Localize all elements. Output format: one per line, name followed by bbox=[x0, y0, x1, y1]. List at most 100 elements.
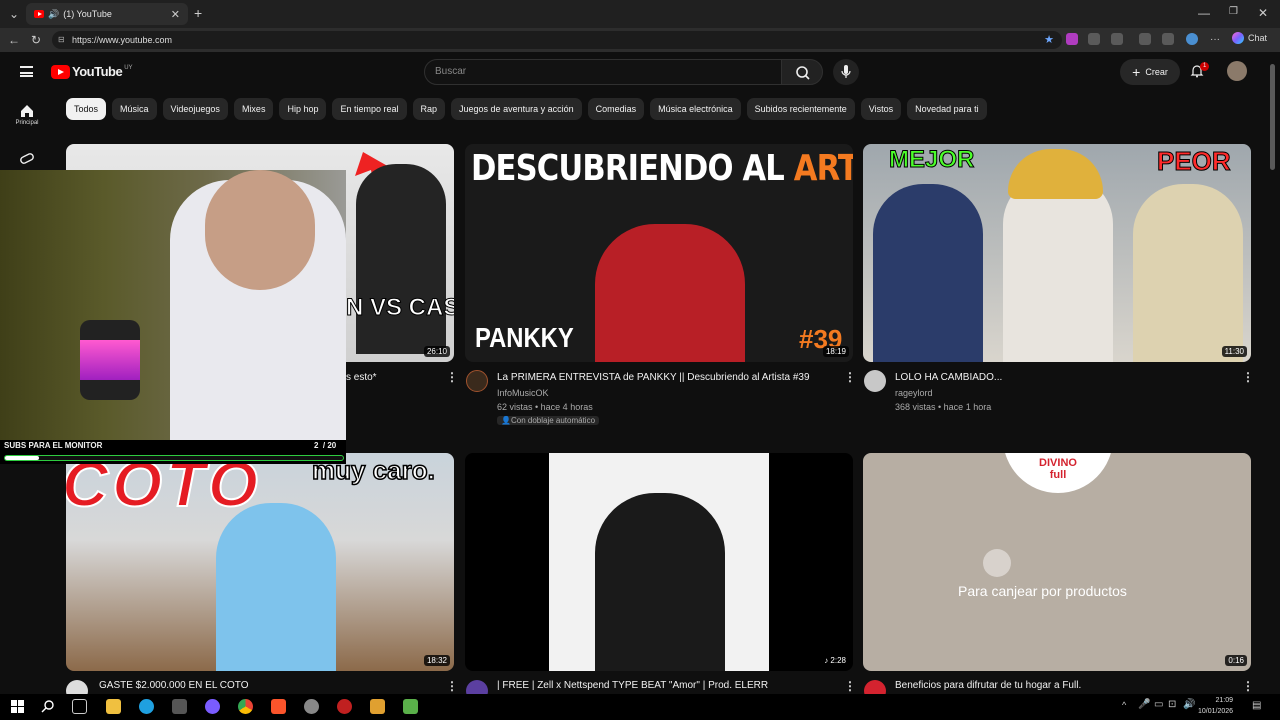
more-actions-icon[interactable]: ⋮ bbox=[844, 679, 856, 693]
search-input[interactable]: Buscar bbox=[424, 59, 782, 85]
copilot-chat-button[interactable]: Chat bbox=[1232, 32, 1267, 44]
app-icon[interactable] bbox=[172, 699, 187, 714]
guide-item-shorts[interactable] bbox=[0, 152, 54, 170]
network-icon[interactable]: ⊡ bbox=[1168, 699, 1176, 710]
more-actions-icon[interactable]: ⋮ bbox=[446, 679, 458, 693]
favorites-icon[interactable] bbox=[1162, 33, 1174, 45]
notifications-center-icon[interactable]: ▤ bbox=[1252, 700, 1261, 711]
person-graphic bbox=[595, 224, 745, 362]
more-menu-icon[interactable]: ··· bbox=[1210, 34, 1220, 45]
youtube-header: YouTube UY Buscar + Crear 1 bbox=[0, 52, 1268, 92]
back-icon[interactable]: ← bbox=[8, 33, 20, 47]
more-actions-icon[interactable]: ⋮ bbox=[1242, 679, 1254, 693]
tray-chevron-icon[interactable]: ^ bbox=[1122, 700, 1126, 710]
more-actions-icon[interactable]: ⋮ bbox=[446, 370, 458, 384]
window-close-icon[interactable]: ✕ bbox=[1258, 6, 1268, 20]
channel-avatar[interactable] bbox=[466, 370, 488, 392]
person-graphic bbox=[356, 164, 446, 354]
video-thumbnail[interactable]: DESCUBRIENDO AL ARTISTA PANKKY #39 18:19 bbox=[465, 144, 853, 362]
windows-taskbar bbox=[0, 694, 1280, 720]
video-title[interactable]: | FREE | Zell x Nettspend TYPE BEAT "Amo… bbox=[497, 680, 768, 691]
chip[interactable]: Mixes bbox=[233, 98, 274, 120]
more-actions-icon[interactable]: ⋮ bbox=[844, 370, 856, 384]
audio-icon[interactable]: 🔊 bbox=[48, 9, 59, 20]
site-info-icon[interactable]: ⊟ bbox=[58, 31, 65, 49]
goal-count: 2 / 20 bbox=[314, 441, 337, 450]
url-field[interactable]: ⊟ https://www.youtube.com ★ bbox=[52, 31, 1062, 49]
video-thumbnail[interactable]: COTO muy caro. 18:32 bbox=[66, 453, 454, 671]
brand-name: DIVINO bbox=[1039, 457, 1077, 469]
plus-icon: + bbox=[1132, 64, 1141, 80]
minimize-icon[interactable]: — bbox=[1198, 6, 1210, 20]
video-thumbnail[interactable]: ♪ 2:28 bbox=[465, 453, 853, 671]
extension-icon[interactable] bbox=[1139, 33, 1151, 45]
search-icon[interactable] bbox=[40, 699, 55, 714]
file-explorer-icon[interactable] bbox=[106, 699, 121, 714]
create-button[interactable]: + Crear bbox=[1120, 59, 1180, 85]
volume-icon[interactable]: 🔊 bbox=[1183, 699, 1195, 710]
extension-icon[interactable] bbox=[1066, 33, 1078, 45]
browser-tab[interactable]: 🔊 (1) YouTube ✕ bbox=[26, 3, 188, 25]
extension-icon[interactable] bbox=[1111, 33, 1123, 45]
video-title[interactable]: La PRIMERA ENTREVISTA de PANKKY || Descu… bbox=[497, 372, 810, 383]
video-title[interactable]: Beneficios para difrutar de tu hogar a F… bbox=[895, 680, 1081, 691]
video-thumbnail[interactable]: MEJOR PEOR 11:30 bbox=[863, 144, 1251, 362]
dubbing-icon: 👤 bbox=[501, 416, 511, 425]
discord-icon[interactable] bbox=[205, 699, 220, 714]
goal-label: SUBS PARA EL MONITOR bbox=[4, 441, 103, 450]
video-title[interactable]: GASTE $2.000.000 EN EL COTO bbox=[99, 680, 249, 691]
new-tab-icon[interactable]: + bbox=[194, 5, 202, 21]
app-icon[interactable] bbox=[370, 699, 385, 714]
guide-item-home[interactable]: Principal bbox=[0, 104, 54, 126]
person-graphic bbox=[216, 503, 336, 671]
profile-icon[interactable] bbox=[1186, 33, 1198, 45]
tray-icon[interactable]: ▭ bbox=[1154, 699, 1163, 710]
video-duration: ♪ 2:28 bbox=[821, 655, 849, 666]
video-title[interactable]: LOLO HA CAMBIADO... bbox=[895, 372, 1002, 383]
chip[interactable]: Música bbox=[112, 98, 157, 120]
extension-icon[interactable] bbox=[1088, 33, 1100, 45]
account-avatar[interactable] bbox=[1227, 61, 1247, 81]
task-view-icon[interactable] bbox=[72, 699, 87, 714]
search-button[interactable] bbox=[781, 59, 823, 85]
brave-icon[interactable] bbox=[271, 699, 286, 714]
restore-icon[interactable]: ❐ bbox=[1229, 6, 1238, 17]
chip[interactable]: Juegos de aventura y acción bbox=[451, 98, 582, 120]
video-thumbnail[interactable]: DIVINO full Para canjear por productos 0… bbox=[863, 453, 1251, 671]
chip[interactable]: Hip hop bbox=[279, 98, 327, 120]
system-clock[interactable]: 21:09 10/01/2026 bbox=[1198, 695, 1233, 717]
youtube-logo[interactable]: YouTube UY bbox=[51, 64, 133, 79]
chip[interactable]: Rap bbox=[412, 98, 446, 120]
page-scrollbar[interactable] bbox=[1270, 64, 1275, 170]
menu-icon[interactable] bbox=[20, 66, 33, 77]
channel-avatar[interactable] bbox=[864, 370, 886, 392]
video-title[interactable]: s esto* bbox=[346, 372, 377, 383]
chip[interactable]: Música electrónica bbox=[650, 98, 741, 120]
more-actions-icon[interactable]: ⋮ bbox=[1242, 370, 1254, 384]
channel-name[interactable]: rageylord bbox=[895, 388, 933, 398]
app-icon[interactable] bbox=[304, 699, 319, 714]
tab-list-icon[interactable]: ⌄ bbox=[9, 7, 19, 21]
favorite-star-icon[interactable]: ★ bbox=[1044, 31, 1054, 49]
chip[interactable]: Novedad para ti bbox=[907, 98, 987, 120]
chip[interactable]: Todos bbox=[66, 98, 107, 120]
chip[interactable]: Comedias bbox=[587, 98, 645, 120]
close-tab-icon[interactable]: ✕ bbox=[171, 8, 180, 21]
microphone-icon bbox=[841, 65, 851, 78]
chip[interactable]: Videojuegos bbox=[162, 98, 228, 120]
voice-search-button[interactable] bbox=[833, 59, 859, 85]
chrome-icon[interactable] bbox=[238, 699, 253, 714]
minecraft-icon[interactable] bbox=[403, 699, 418, 714]
channel-name[interactable]: InfoMusicOK bbox=[497, 388, 549, 398]
chip[interactable]: Subidos recientemente bbox=[746, 98, 855, 120]
chip[interactable]: En tiempo real bbox=[332, 98, 407, 120]
microphone-tray-icon[interactable]: 🎤 bbox=[1138, 699, 1150, 710]
edge-icon[interactable] bbox=[139, 699, 154, 714]
thumbnail-text: N VS CAS bbox=[345, 294, 454, 322]
reload-icon[interactable]: ↻ bbox=[31, 33, 41, 47]
windows-start-icon[interactable] bbox=[10, 699, 25, 714]
chip[interactable]: Vistos bbox=[860, 98, 902, 120]
obs-icon[interactable] bbox=[337, 699, 352, 714]
video-duration: 11:30 bbox=[1221, 346, 1247, 357]
face-graphic bbox=[205, 170, 315, 290]
